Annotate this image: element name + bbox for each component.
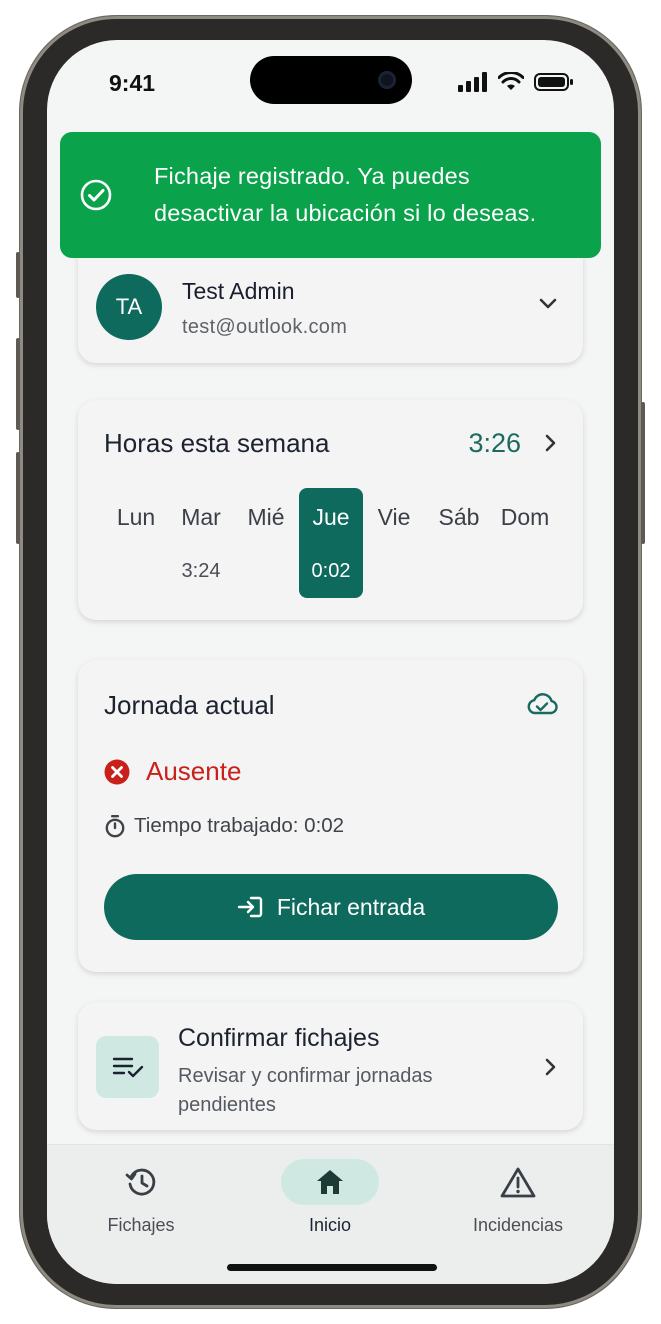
clock-in-label: Fichar entrada <box>276 893 426 920</box>
day-label: Vie <box>377 504 411 530</box>
day-dom[interactable]: Dom <box>493 488 557 598</box>
status-label: Ausente <box>146 756 242 786</box>
status-time: 9:41 <box>109 70 156 96</box>
chevron-right-icon[interactable] <box>545 1058 557 1076</box>
status-icons <box>458 72 574 92</box>
toast-message: Fichaje registrado. Ya puedes desactivar… <box>154 158 536 232</box>
nav-pill <box>469 1159 567 1205</box>
worked-time-row: Tiempo trabajado: 0:02 <box>104 814 344 838</box>
day-label: Jue <box>312 504 350 530</box>
confirm-clockings-title: Confirmar fichajes <box>178 1024 380 1052</box>
checklist-icon <box>112 1057 143 1078</box>
battery-icon <box>534 73 573 91</box>
toast-message-line2: desactivar la ubicación si lo deseas. <box>154 200 537 226</box>
day-value: 0:02 <box>311 560 351 582</box>
day-label: Dom <box>500 504 550 530</box>
weekly-hours-card[interactable]: Horas esta semana 3:26 Lun Mar 3:24 Mié … <box>78 400 583 620</box>
current-shift-title: Jornada actual <box>104 690 275 720</box>
nav-item-inicio[interactable]: Inicio <box>260 1159 400 1236</box>
week-days: Lun Mar 3:24 Mié Jue 0:02 Vie Sáb Dom <box>98 488 563 598</box>
day-mar[interactable]: Mar 3:24 <box>169 488 233 598</box>
action-button <box>16 252 20 298</box>
worked-time: Tiempo trabajado: 0:02 <box>134 814 345 837</box>
weekly-hours-title: Horas esta semana <box>104 428 330 458</box>
signal-icon <box>458 72 487 92</box>
day-mie[interactable]: Mié <box>234 488 298 598</box>
cloud-check-icon <box>527 693 558 715</box>
nav-label: Inicio <box>308 1215 352 1235</box>
day-label: Mar <box>181 504 221 530</box>
user-email: test@outlook.com <box>182 316 348 338</box>
confirm-icon-box <box>96 1036 159 1098</box>
user-name: Test Admin <box>182 278 295 304</box>
clock-in-button[interactable]: Fichar entrada <box>104 874 558 940</box>
login-icon <box>237 896 263 918</box>
nav-label: Fichajes <box>107 1215 175 1235</box>
avatar: TA <box>96 274 162 340</box>
chevron-right-icon[interactable] <box>545 434 557 452</box>
nav-pill <box>281 1159 379 1205</box>
weekly-hours-total: 3:26 <box>468 428 521 458</box>
home-indicator <box>227 1264 437 1271</box>
day-label: Lun <box>116 504 156 530</box>
dynamic-island <box>250 56 412 104</box>
success-toast: Fichaje registrado. Ya puedes desactivar… <box>60 132 601 258</box>
day-vie[interactable]: Vie <box>362 488 426 598</box>
volume-down-button <box>16 452 20 544</box>
volume-up-button <box>16 338 20 430</box>
warning-icon <box>500 1167 536 1198</box>
history-icon <box>125 1168 156 1196</box>
error-circle-icon <box>104 759 130 784</box>
home-icon <box>317 1170 343 1194</box>
nav-pill <box>92 1159 190 1205</box>
nav-item-incidencias[interactable]: Incidencias <box>448 1159 588 1236</box>
screen: 9:41 Fichaje registrado. Ya puedes desac… <box>47 40 614 1284</box>
current-shift-card: Jornada actual Ausente Tiempo trabajado:… <box>78 660 583 972</box>
nav-label: Incidencias <box>472 1215 564 1235</box>
day-label: Sáb <box>438 504 480 530</box>
day-sab[interactable]: Sáb <box>427 488 491 598</box>
day-lun[interactable]: Lun <box>104 488 168 598</box>
confirm-clockings-card[interactable]: Confirmar fichajes Revisar y confirmar j… <box>78 1002 583 1130</box>
chevron-down-icon[interactable] <box>539 298 557 310</box>
user-card[interactable]: TA Test Admin test@outlook.com <box>78 240 583 363</box>
day-jue[interactable]: Jue 0:02 <box>299 488 363 598</box>
toast-message-line1: Fichaje registrado. Ya puedes <box>154 163 470 189</box>
day-value: 3:24 <box>181 560 221 582</box>
day-label: Mié <box>247 504 285 530</box>
wifi-icon <box>498 72 524 90</box>
attendance-status: Ausente <box>104 756 241 787</box>
bottom-navigation: Fichajes Inicio Incidencias <box>47 1144 614 1284</box>
check-circle-icon <box>80 179 112 211</box>
confirm-clockings-subtitle: Revisar y confirmar jornadas pendientes <box>178 1065 433 1116</box>
timer-icon <box>105 815 125 838</box>
power-button <box>641 402 645 544</box>
nav-item-fichajes[interactable]: Fichajes <box>71 1159 211 1236</box>
